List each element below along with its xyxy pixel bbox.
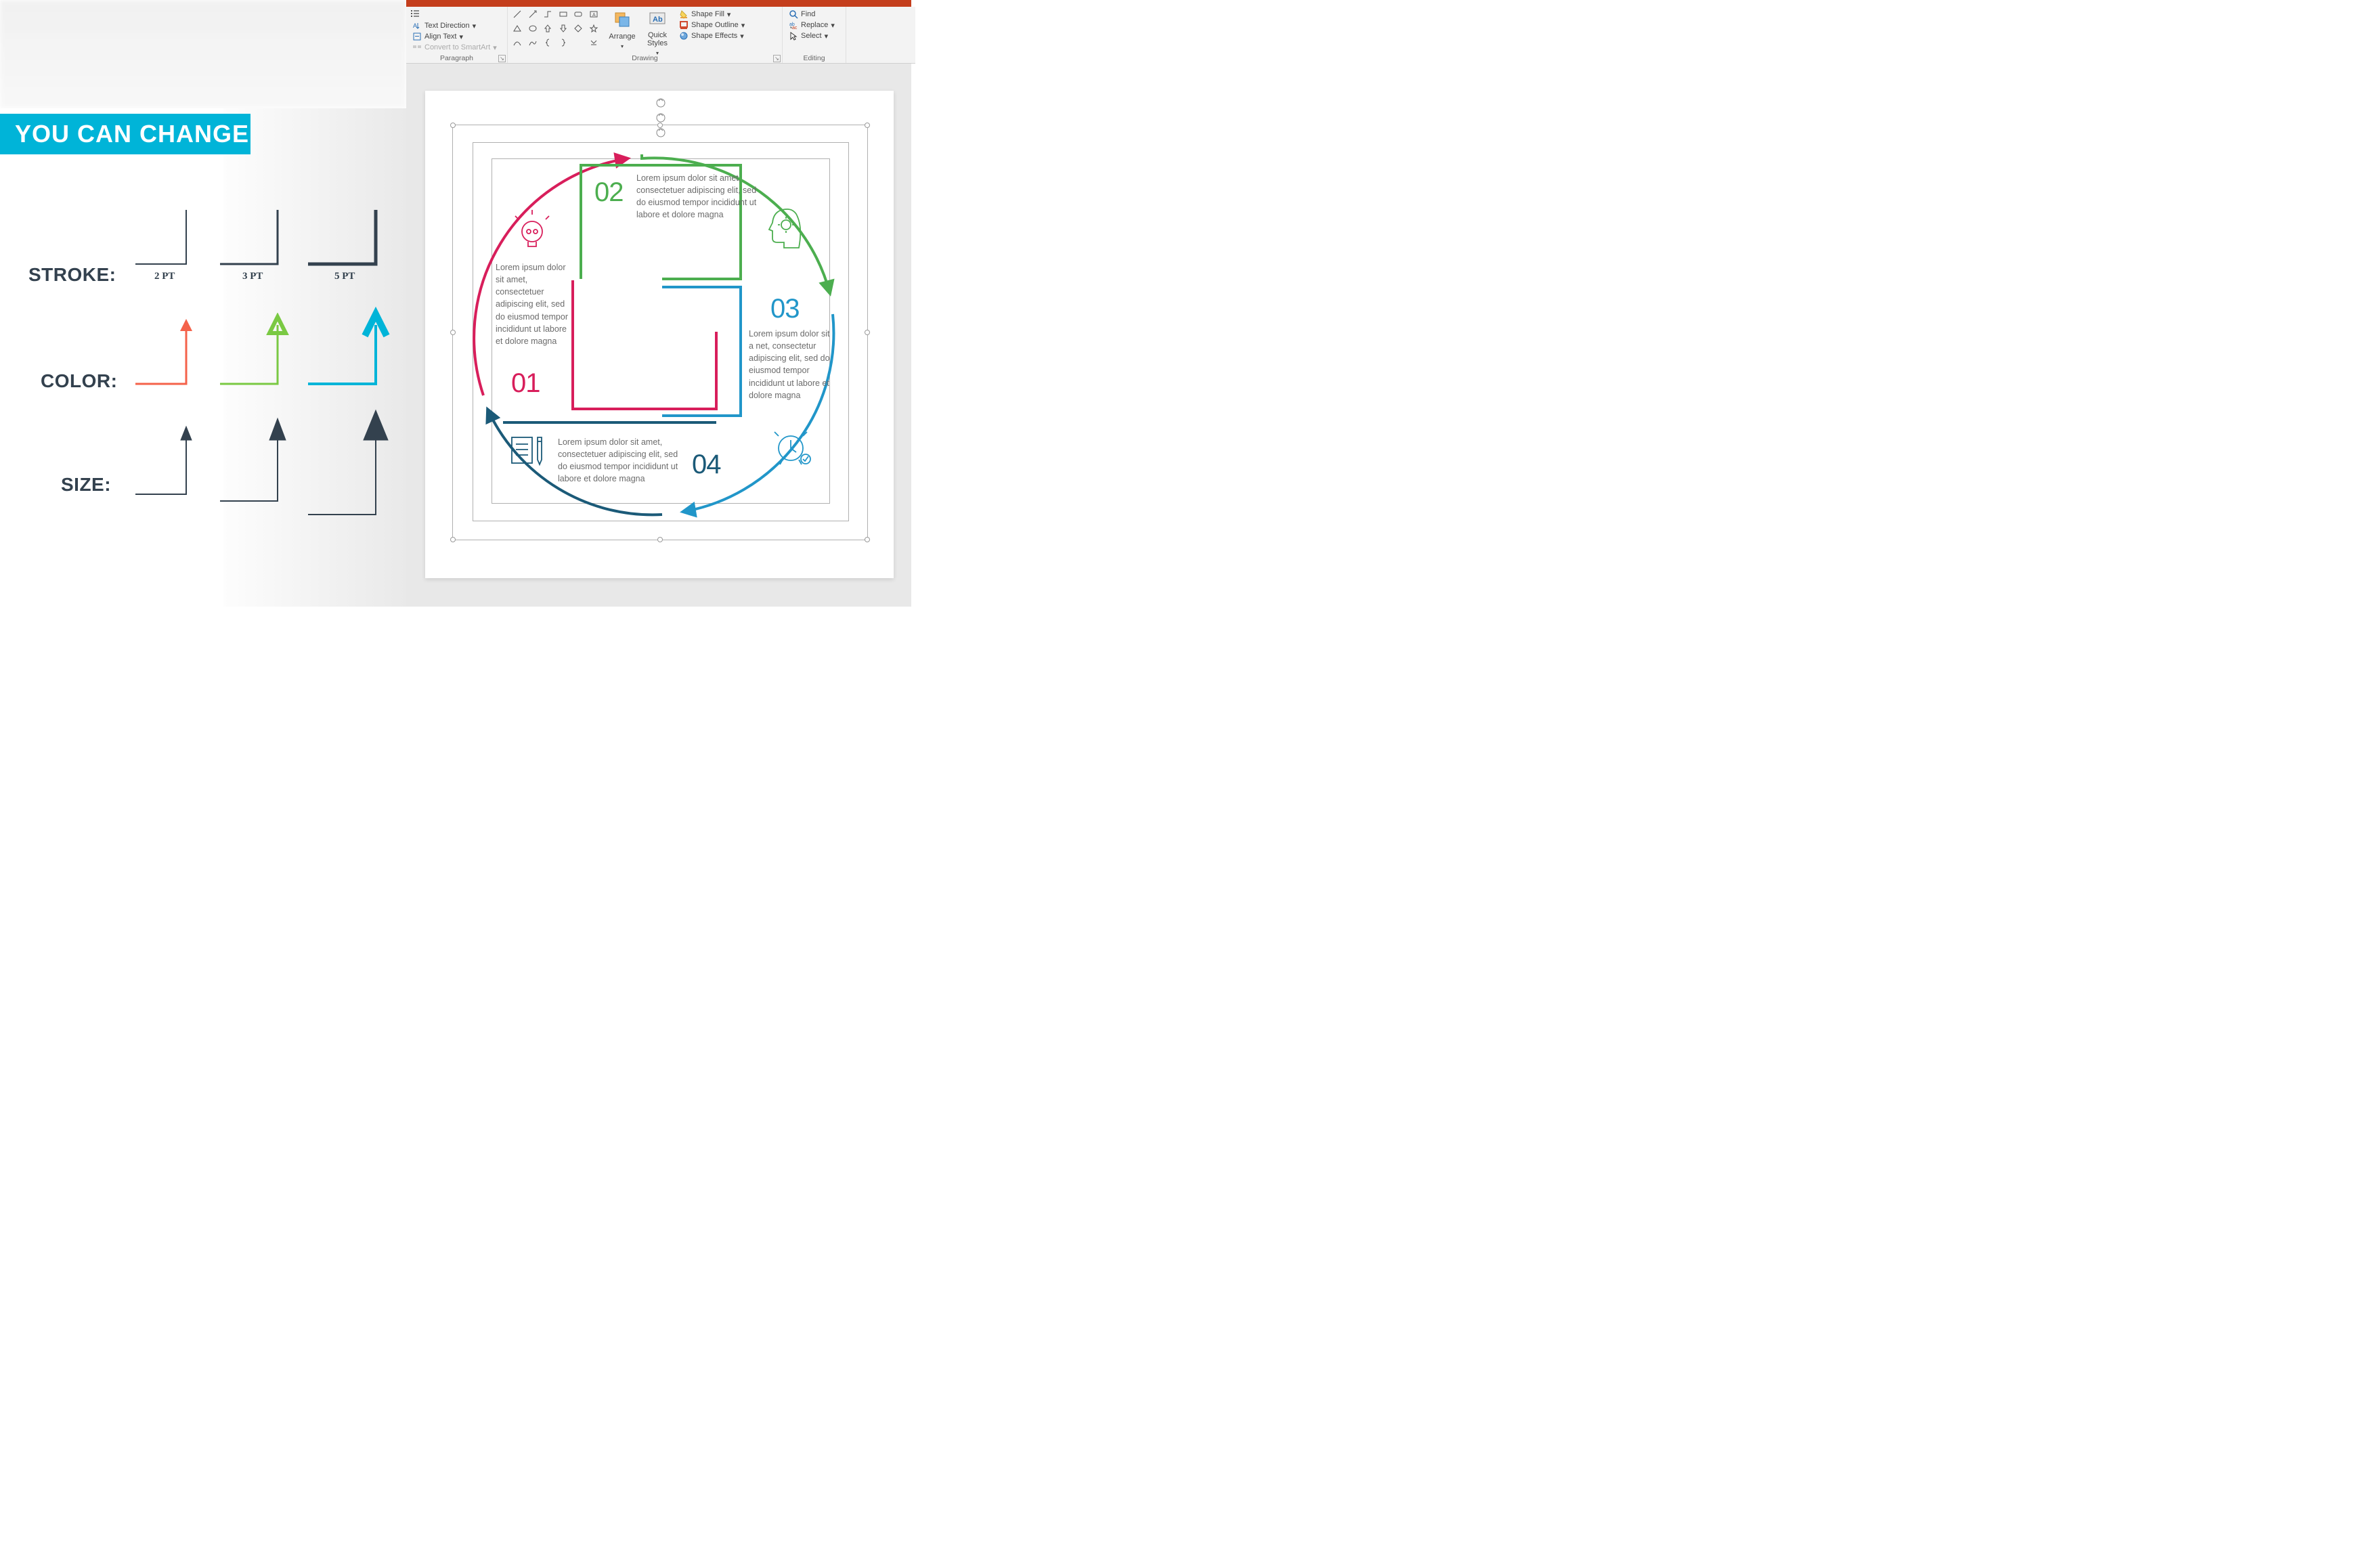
shape-arrow-down-icon[interactable] bbox=[558, 23, 573, 37]
drawing-dialog-launcher[interactable]: ↘ bbox=[773, 55, 781, 62]
convert-smartart-button[interactable]: Convert to SmartArt▾ bbox=[410, 42, 503, 53]
stroke-5pt: 5 PT bbox=[334, 271, 355, 282]
align-text-icon bbox=[412, 32, 422, 41]
ribbon-group-paragraph: A Text Direction▾ Align Text▾ Convert to… bbox=[406, 7, 508, 63]
shapes-gallery[interactable]: A bbox=[512, 9, 603, 51]
arrange-icon bbox=[612, 9, 632, 30]
shape-triangle-icon[interactable] bbox=[512, 23, 527, 37]
shape-outline-icon bbox=[679, 20, 689, 30]
shape-rect-icon[interactable] bbox=[558, 9, 573, 22]
promo-panel: YOU CAN CHANGE STROKE: 2 PT 3 PT 5 PT CO… bbox=[0, 0, 406, 607]
shape-freeform-icon[interactable] bbox=[527, 37, 542, 51]
svg-text:A: A bbox=[413, 22, 417, 29]
document-pencil-icon bbox=[512, 437, 542, 464]
color-samples bbox=[0, 313, 406, 408]
segment-02-number: 02 bbox=[594, 177, 624, 208]
shape-brace-r-icon[interactable] bbox=[558, 37, 573, 51]
shape-oval-icon[interactable] bbox=[527, 23, 542, 37]
shape-star-icon[interactable] bbox=[588, 23, 603, 37]
segment-04-text[interactable]: Lorem ipsum dolor sit amet, consectetuer… bbox=[558, 436, 682, 485]
text-direction-icon: A bbox=[412, 21, 422, 30]
shape-connector-icon[interactable] bbox=[542, 9, 557, 22]
ribbon-group-drawing: A bbox=[508, 7, 783, 63]
find-icon bbox=[789, 9, 798, 19]
bullets-icon[interactable] bbox=[410, 9, 420, 18]
svg-text:A: A bbox=[592, 13, 596, 18]
shape-roundrect-icon[interactable] bbox=[573, 9, 588, 22]
segment-01-number: 01 bbox=[511, 368, 540, 399]
blurred-ribbon-mock bbox=[0, 0, 406, 108]
shape-textbox-icon[interactable]: A bbox=[588, 9, 603, 22]
select-icon bbox=[789, 31, 798, 41]
quick-styles-button[interactable]: Ab Quick Styles▾ bbox=[642, 9, 673, 51]
shape-effects-icon bbox=[679, 31, 689, 41]
ribbon: A Text Direction▾ Align Text▾ Convert to… bbox=[406, 7, 915, 64]
segment-03-number: 03 bbox=[770, 294, 800, 324]
stroke-samples: 2 PT 3 PT 5 PT bbox=[0, 196, 406, 291]
arrange-button[interactable]: Arrange▾ bbox=[607, 9, 638, 51]
svg-text:ac: ac bbox=[792, 26, 798, 30]
shape-curve-icon[interactable] bbox=[512, 37, 527, 51]
shape-fill-button[interactable]: Shape Fill▾ bbox=[677, 9, 753, 20]
title-bar: YOU CAN CHANGE bbox=[0, 114, 250, 154]
slide[interactable]: 01 Lorem ipsum dolor sit amet, consectet… bbox=[425, 91, 894, 578]
shape-line-icon[interactable] bbox=[512, 9, 527, 22]
shape-effects-button[interactable]: Shape Effects▾ bbox=[677, 30, 753, 41]
shape-arrow-up-icon[interactable] bbox=[542, 23, 557, 37]
replace-icon: abac bbox=[789, 20, 798, 30]
segment-02-text[interactable]: Lorem ipsum dolor sit amet, consectetuer… bbox=[636, 172, 758, 221]
slide-canvas[interactable]: 01 Lorem ipsum dolor sit amet, consectet… bbox=[406, 64, 911, 607]
shape-outline-button[interactable]: Shape Outline▾ bbox=[677, 20, 753, 30]
shape-brace-l-icon[interactable] bbox=[542, 37, 557, 51]
editing-group-label: Editing bbox=[787, 53, 842, 63]
shape-line-arrow-icon[interactable] bbox=[527, 9, 542, 22]
powerpoint-panel: A Text Direction▾ Align Text▾ Convert to… bbox=[406, 0, 911, 607]
shape-more-icon[interactable] bbox=[588, 37, 603, 51]
paragraph-group-label: Paragraph bbox=[410, 53, 503, 63]
shape-diamond-icon[interactable] bbox=[573, 23, 588, 37]
app-title-bar bbox=[406, 0, 911, 7]
ribbon-group-editing: Find abacReplace▾ Select▾ Editing bbox=[783, 7, 846, 63]
title-text: YOU CAN CHANGE bbox=[15, 120, 249, 148]
replace-button[interactable]: abacReplace▾ bbox=[787, 20, 842, 30]
find-button[interactable]: Find bbox=[787, 9, 842, 20]
stroke-2pt: 2 PT bbox=[154, 271, 175, 282]
stroke-3pt: 3 PT bbox=[242, 271, 263, 282]
shape-fill-icon bbox=[679, 9, 689, 19]
paragraph-dialog-launcher[interactable]: ↘ bbox=[498, 55, 506, 62]
select-button[interactable]: Select▾ bbox=[787, 30, 842, 41]
svg-text:Ab: Ab bbox=[653, 16, 663, 24]
segment-01-text[interactable]: Lorem ipsum dolor sit amet, consectetuer… bbox=[496, 261, 571, 347]
segment-03-text[interactable]: Lorem ipsum dolor sit a net, consectetur… bbox=[749, 328, 831, 401]
drawing-group-label: Drawing bbox=[512, 53, 778, 63]
segment-04-number: 04 bbox=[692, 450, 721, 480]
text-direction-button[interactable]: A Text Direction▾ bbox=[410, 20, 503, 31]
smartart-icon bbox=[412, 43, 422, 52]
size-samples bbox=[0, 406, 406, 528]
quick-styles-icon: Ab bbox=[647, 9, 668, 28]
align-text-button[interactable]: Align Text▾ bbox=[410, 31, 503, 42]
